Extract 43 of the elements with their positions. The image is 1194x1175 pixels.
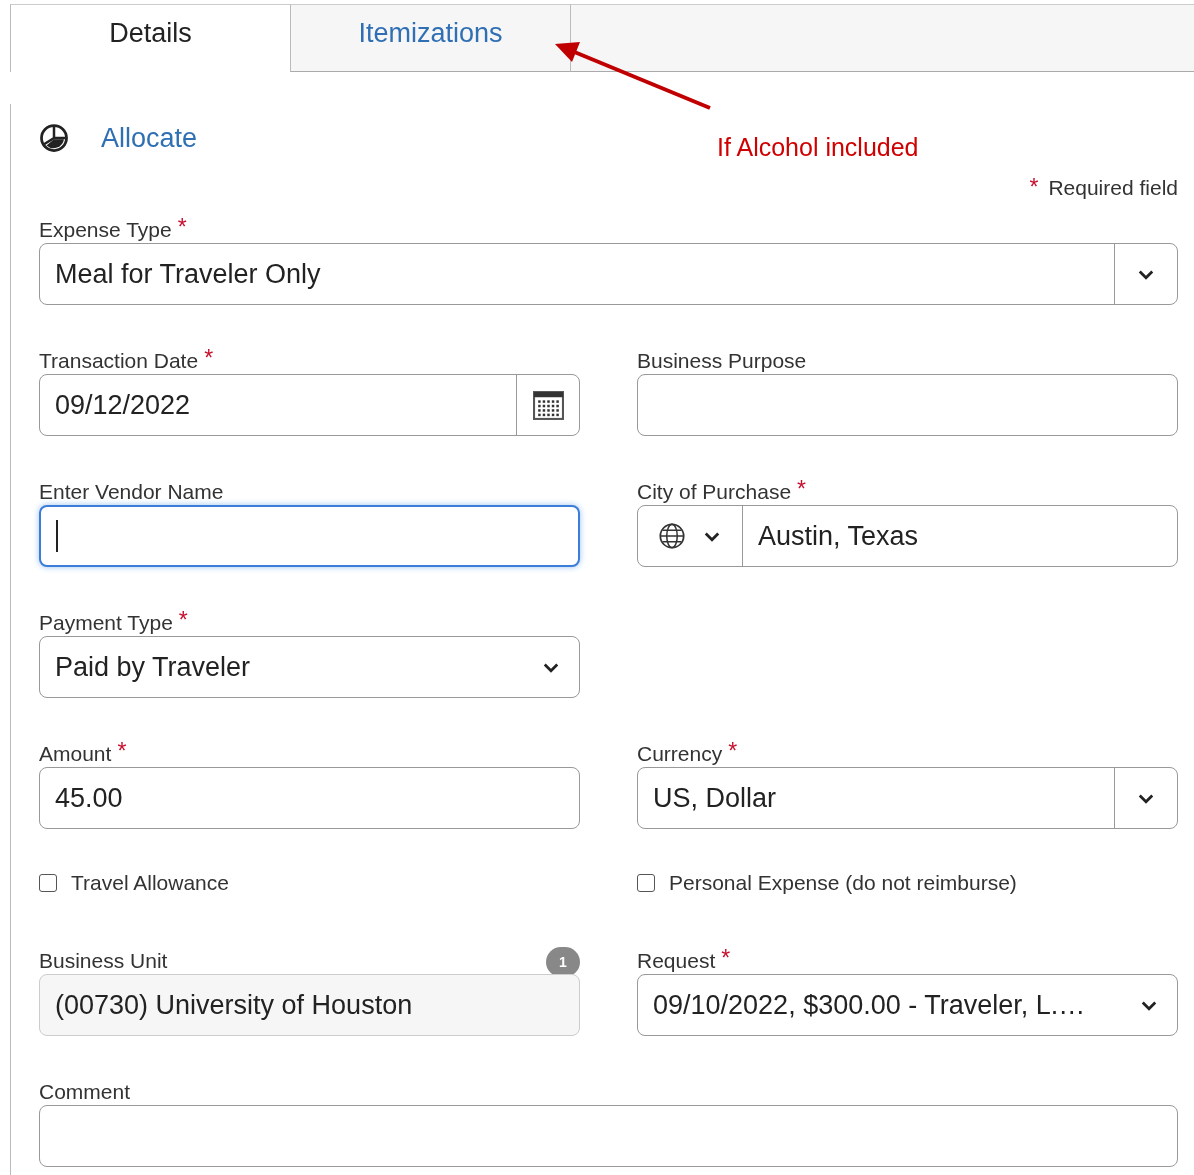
input-field[interactable]: 45.00 <box>39 767 580 829</box>
checkbox-label: Personal Expense (do not reimburse) <box>669 871 1017 895</box>
field-label: Enter Vendor Name <box>39 480 224 504</box>
input-field[interactable] <box>637 374 1178 436</box>
field-label: City of Purchase <box>637 480 792 504</box>
tab[interactable]: Details <box>10 4 290 72</box>
required-asterisk: * <box>797 478 807 501</box>
field-label: Expense Type <box>39 218 172 242</box>
required-asterisk: * <box>177 216 187 239</box>
info-badge[interactable]: 1 <box>546 947 580 977</box>
calendar-icon[interactable] <box>532 390 564 420</box>
required-asterisk: * <box>204 347 214 370</box>
allocate-link[interactable]: Allocate <box>101 122 198 154</box>
field-label: Transaction Date <box>39 349 199 373</box>
readonly-field: (00730) University of Houston <box>39 974 580 1036</box>
city-field[interactable]: Austin, Texas <box>637 505 1178 567</box>
checkbox[interactable] <box>39 874 57 892</box>
pie-chart-icon <box>39 123 69 153</box>
input-field[interactable] <box>39 505 580 567</box>
required-asterisk: * <box>117 740 127 763</box>
globe-icon[interactable] <box>658 522 686 550</box>
annotation-text: If Alcohol included <box>717 132 919 162</box>
dropdown-field[interactable]: 09/10/2022, $300.00 - Traveler, L.… <box>637 974 1178 1036</box>
required-asterisk: * <box>1029 176 1039 199</box>
field-label: Payment Type <box>39 611 173 635</box>
field-label: Business Unit <box>39 949 168 973</box>
dropdown-field[interactable]: Paid by Traveler <box>39 636 580 698</box>
field-label: Request <box>637 949 716 973</box>
dropdown-field[interactable]: Meal for Traveler Only <box>39 243 1178 305</box>
field-label: Business Purpose <box>637 349 807 373</box>
checkbox-label: Travel Allowance <box>71 871 229 895</box>
input-field[interactable] <box>39 1105 1178 1167</box>
checkbox[interactable] <box>637 874 655 892</box>
required-asterisk: * <box>178 609 188 632</box>
required-asterisk: * <box>728 740 738 763</box>
dropdown-field[interactable]: US, Dollar <box>637 767 1178 829</box>
date-field[interactable]: 09/12/2022 <box>39 374 580 436</box>
tab[interactable]: Itemizations <box>290 4 570 72</box>
field-label: Comment <box>39 1080 131 1104</box>
field-label: Currency <box>637 742 723 766</box>
field-label: Amount <box>39 742 112 766</box>
required-asterisk: * <box>721 947 731 970</box>
required-field-note: Required field <box>1048 176 1178 200</box>
